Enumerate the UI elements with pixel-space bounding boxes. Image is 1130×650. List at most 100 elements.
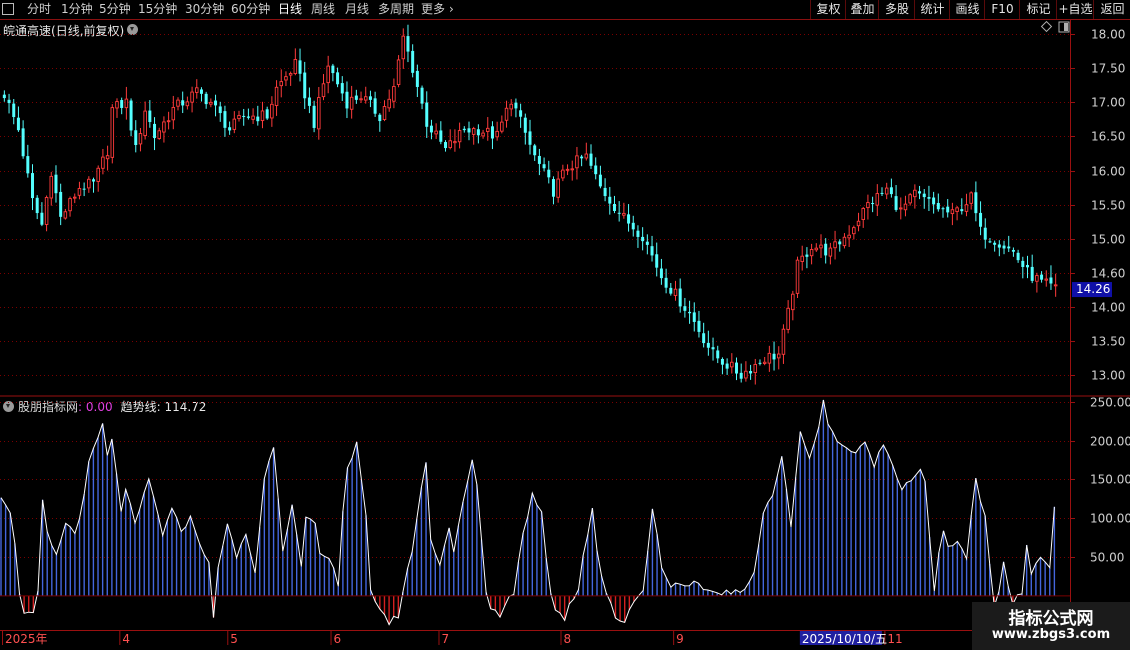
x-axis-label: 5 (230, 632, 238, 646)
candle-body (279, 81, 284, 87)
candle-body (288, 73, 293, 76)
price-tick-label: 16.00 (1091, 165, 1125, 179)
candle-body (448, 140, 452, 149)
candle-body (758, 362, 762, 364)
candle-body (26, 156, 30, 174)
candle-body (228, 127, 232, 131)
cursor-date-label: 2025/10/10/五 (802, 632, 887, 646)
candle-body (730, 361, 734, 368)
candle-body (533, 145, 537, 156)
candle-body (54, 174, 58, 194)
candle-body (927, 197, 931, 199)
candle-body (523, 117, 527, 133)
candle-body (861, 208, 865, 220)
candle-body (645, 241, 649, 245)
candle-body (594, 165, 598, 175)
candle-body (49, 175, 54, 199)
candle-body (138, 133, 143, 145)
candle-body (143, 110, 147, 136)
candle-body (819, 244, 823, 249)
candle-body (627, 214, 631, 224)
candle-body (411, 50, 415, 73)
candle-body (833, 241, 837, 249)
candle-body (622, 212, 626, 216)
x-axis-label: 11 (887, 632, 902, 646)
candle-body (40, 212, 44, 225)
candle-body (429, 125, 433, 133)
candle-body (880, 192, 884, 194)
candle-body (1044, 278, 1049, 281)
candle-body (922, 193, 926, 198)
candle-body (166, 120, 171, 123)
candle-body (688, 311, 692, 314)
candle-body (866, 202, 870, 209)
x-axis-label: 6 (334, 632, 342, 646)
candle-body (814, 247, 819, 251)
candle-body (265, 109, 269, 119)
candle-body (735, 362, 739, 374)
candle-body (786, 307, 790, 330)
chart-canvas[interactable]: 13.00 13.50 14.00 14.60 15.00 15.50 16.00 16.50… (0, 0, 1130, 650)
candle-body (556, 178, 560, 198)
candle-body (368, 96, 372, 100)
candle-body (884, 187, 889, 195)
candle-body (753, 364, 758, 374)
candle-body (63, 211, 68, 219)
candle-body (603, 187, 607, 197)
candle-body (617, 212, 621, 214)
candle-body (946, 206, 950, 213)
candle-body (312, 105, 316, 128)
candle-body (641, 236, 645, 242)
candle-body (1040, 274, 1044, 280)
price-tick-label: 15.50 (1091, 199, 1125, 213)
candle-body (1016, 252, 1020, 261)
candle-body (420, 87, 424, 104)
candle-body (983, 227, 987, 240)
candle-body (246, 116, 250, 118)
candle-body (35, 197, 39, 214)
candle-body (204, 93, 208, 105)
candle-body (528, 131, 532, 145)
candle-body (941, 208, 945, 210)
candle-body (608, 196, 612, 204)
candle-body (359, 98, 363, 101)
candle-body (1007, 246, 1011, 249)
candle-body (697, 320, 701, 332)
candle-body (495, 130, 499, 138)
candle-body (237, 115, 241, 120)
candle-body (781, 328, 786, 355)
candle-body (195, 87, 199, 93)
candle-body (875, 193, 880, 206)
candle-body (852, 227, 856, 235)
candle-body (932, 197, 936, 205)
candle-body (68, 198, 72, 212)
candle-body (457, 130, 462, 143)
candle-body (795, 259, 800, 294)
price-tick-label: 14.00 (1091, 301, 1125, 315)
candle-body (157, 130, 161, 139)
candle-body (537, 155, 541, 164)
candle-body (373, 98, 377, 114)
x-axis-label: 7 (441, 632, 449, 646)
candle-body (392, 86, 396, 102)
candle-body (509, 103, 513, 110)
candle-body (776, 353, 781, 359)
candle-body (1025, 264, 1029, 268)
candle-body (791, 293, 795, 311)
candle-body (44, 197, 49, 225)
watermark: 指标公式网 www.zbgs3.com (972, 602, 1130, 650)
candle-body (260, 110, 265, 122)
candle-body (838, 241, 842, 245)
indicator-bar-series (0, 399, 1056, 625)
candle-body (148, 110, 152, 123)
diamond-icon[interactable] (1040, 20, 1053, 33)
candle-body (298, 60, 302, 74)
candle-body (96, 167, 100, 182)
candle-body (190, 91, 194, 103)
candle-body (824, 243, 828, 256)
candle-body (678, 288, 682, 307)
candle-body (72, 196, 77, 199)
candle-body (551, 179, 555, 197)
candle-body (908, 194, 912, 204)
candle-body (702, 333, 706, 344)
